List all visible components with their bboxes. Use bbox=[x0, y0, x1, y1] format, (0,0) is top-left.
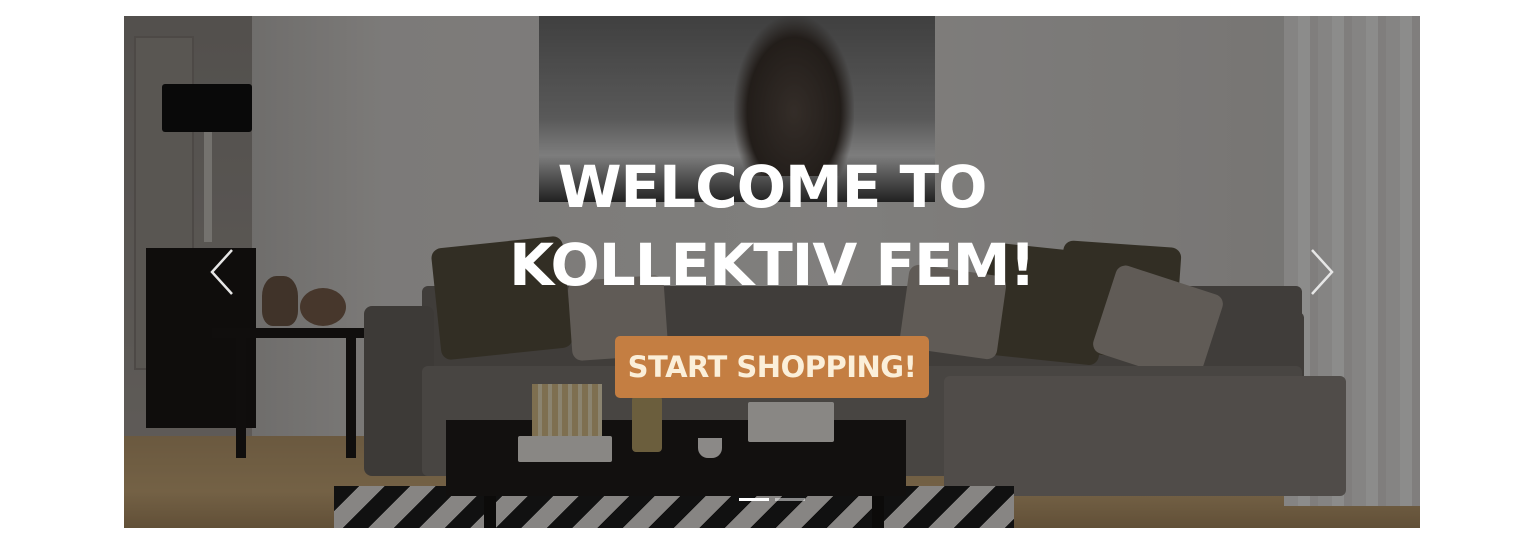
hero-headline-line2: KOLLEKTIV FEM! bbox=[509, 231, 1036, 299]
carousel-next-button[interactable] bbox=[1302, 246, 1342, 298]
carousel-prev-button[interactable] bbox=[202, 246, 242, 298]
chevron-right-icon bbox=[1311, 249, 1334, 295]
hero-caption: WELCOME TO KOLLEKTIV FEM! bbox=[124, 148, 1420, 304]
carousel-indicator-2[interactable] bbox=[775, 498, 805, 501]
hero-headline: WELCOME TO KOLLEKTIV FEM! bbox=[124, 148, 1420, 304]
start-shopping-button[interactable]: START SHOPPING! bbox=[615, 336, 929, 398]
hero-carousel: WELCOME TO KOLLEKTIV FEM! START SHOPPING… bbox=[124, 16, 1420, 528]
chevron-left-icon bbox=[210, 249, 233, 295]
carousel-indicators bbox=[739, 498, 805, 501]
carousel-indicator-1[interactable] bbox=[739, 498, 769, 501]
hero-headline-line1: WELCOME TO bbox=[557, 153, 988, 221]
